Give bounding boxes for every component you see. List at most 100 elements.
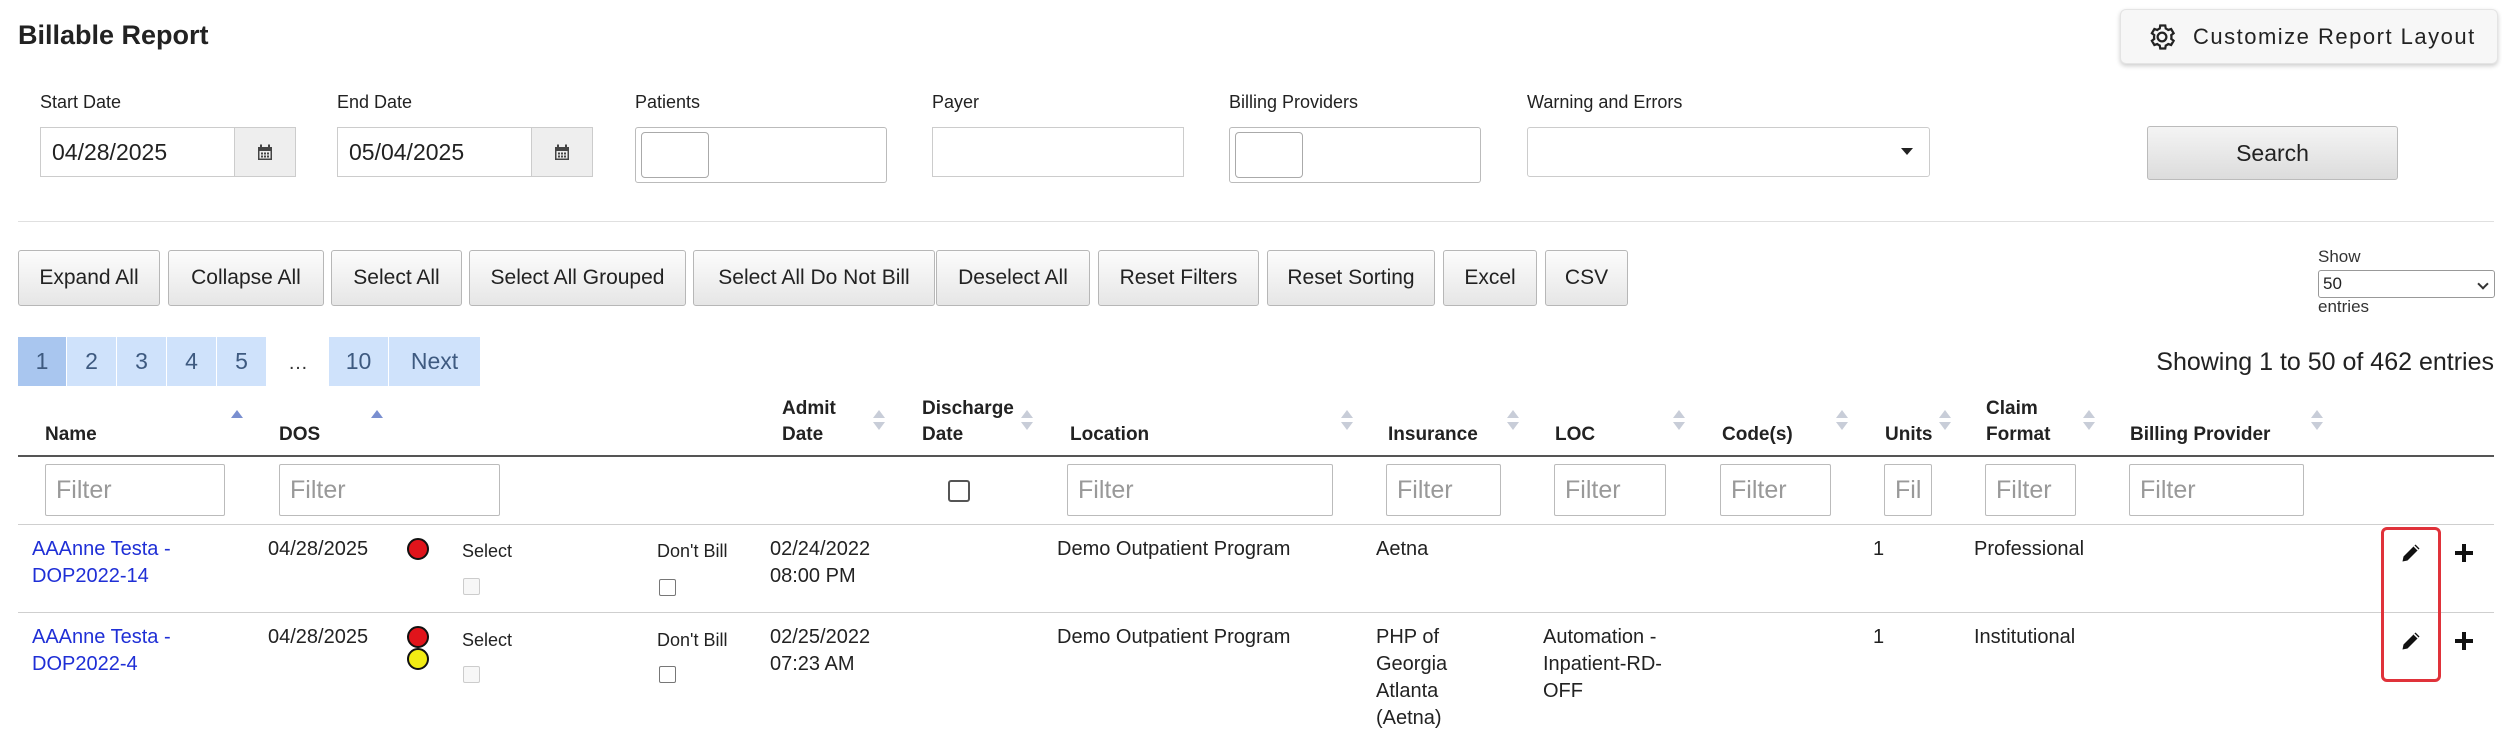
billing-providers-multiselect[interactable]: [1229, 127, 1481, 183]
dont-bill-label: Don't Bill: [657, 541, 728, 561]
calendar-icon: [258, 144, 272, 160]
admit-date-cell: 02/25/2022 07:23 AM: [770, 624, 870, 678]
billing-providers-label: Billing Providers: [1229, 92, 1359, 112]
column-header-billing-provider[interactable]: Billing Provider: [2130, 422, 2270, 448]
page-button-2[interactable]: 2: [67, 337, 116, 386]
patient-name-line1: AAAnne Testa -: [32, 538, 171, 560]
page-title: Billable Report: [18, 20, 209, 50]
excel-button[interactable]: Excel: [1443, 250, 1537, 306]
collapse-all-button[interactable]: Collapse All: [168, 250, 324, 306]
loc-filter-input[interactable]: Filter: [1554, 464, 1666, 516]
payer-input[interactable]: [932, 127, 1184, 177]
column-header-location[interactable]: Location: [1070, 422, 1149, 448]
loc-line: Inpatient-RD-: [1543, 653, 1662, 675]
start-date-calendar-button[interactable]: [234, 128, 295, 176]
column-header-codes[interactable]: Code(s): [1722, 422, 1793, 448]
end-date-input[interactable]: 05/04/2025: [337, 127, 593, 177]
patient-name-link[interactable]: AAAnne Testa - DOP2022-4: [32, 624, 171, 678]
admit-date-line1: 02/24/2022: [770, 538, 871, 560]
column-header-admit-date[interactable]: Admit Date: [782, 396, 836, 448]
expand-all-button[interactable]: Expand All: [18, 250, 160, 306]
page-button-5[interactable]: 5: [217, 337, 266, 386]
entries-per-page-select[interactable]: 50: [2318, 270, 2495, 298]
patient-name-link[interactable]: AAAnne Testa - DOP2022-14: [32, 536, 171, 590]
sort-asc-icon: [371, 410, 383, 418]
showing-entries-info: Showing 1 to 50 of 462 entries: [2156, 348, 2494, 376]
start-date-input[interactable]: 04/28/2025: [40, 127, 296, 177]
reset-filters-button[interactable]: Reset Filters: [1098, 250, 1259, 306]
location-filter-input[interactable]: Filter: [1067, 464, 1333, 516]
units-cell: 1: [1873, 538, 1885, 560]
select-all-do-not-bill-button[interactable]: Select All Do Not Bill: [693, 250, 935, 306]
select-checkbox[interactable]: [463, 578, 480, 595]
add-button[interactable]: [2447, 624, 2481, 658]
patients-label: Patients: [635, 92, 701, 112]
column-header-name[interactable]: Name: [45, 422, 97, 448]
column-header-discharge-date[interactable]: Discharge Date: [922, 396, 1014, 448]
codes-filter-input[interactable]: Filter: [1720, 464, 1831, 516]
admit-date-label-line1: Admit: [782, 398, 836, 419]
plus-icon: [2455, 544, 2473, 562]
admit-date-line2: 07:23 AM: [770, 653, 855, 675]
billing-provider-filter-input[interactable]: Filter: [2129, 464, 2304, 516]
patients-multiselect[interactable]: [635, 127, 887, 183]
insurance-cell: Aetna: [1376, 538, 1429, 560]
admit-date-cell: 02/24/2022 08:00 PM: [770, 536, 870, 590]
next-page-button[interactable]: Next: [389, 337, 480, 386]
dos-cell: 04/28/2025: [268, 626, 369, 648]
column-header-loc[interactable]: LOC: [1555, 422, 1595, 448]
units-cell: 1: [1873, 626, 1885, 648]
claim-format-label-line2: Format: [1986, 424, 2051, 445]
claim-format-cell: Professional: [1974, 538, 2085, 560]
entries-label: entries: [2318, 297, 2370, 316]
column-header-dos[interactable]: DOS: [279, 422, 320, 448]
page-button-3[interactable]: 3: [117, 337, 166, 386]
page-button-4[interactable]: 4: [167, 337, 216, 386]
add-button[interactable]: [2447, 536, 2481, 570]
select-checkbox[interactable]: [463, 666, 480, 683]
calendar-icon: [555, 144, 569, 160]
sort-asc-icon: [1341, 410, 1353, 418]
admit-date-line2: 08:00 PM: [770, 565, 856, 587]
column-header-claim-format[interactable]: Claim Format: [1986, 396, 2050, 448]
deselect-all-button[interactable]: Deselect All: [936, 250, 1090, 306]
sort-asc-icon: [1939, 410, 1951, 418]
select-all-grouped-button[interactable]: Select All Grouped: [469, 250, 686, 306]
status-red-indicator: [407, 626, 429, 648]
divider: [18, 221, 2494, 222]
sort-desc-icon: [1673, 422, 1685, 430]
column-header-units[interactable]: Units: [1885, 422, 1933, 448]
sort-desc-icon: [1341, 422, 1353, 430]
billing-providers-search-input[interactable]: [1235, 132, 1303, 178]
entries-per-page-value: 50: [2323, 274, 2342, 293]
insurance-filter-input[interactable]: Filter: [1386, 464, 1501, 516]
search-button[interactable]: Search: [2147, 126, 2398, 180]
row-divider: [18, 612, 2494, 613]
column-header-insurance[interactable]: Insurance: [1388, 422, 1478, 448]
csv-button[interactable]: CSV: [1545, 250, 1628, 306]
warnings-select[interactable]: [1527, 127, 1930, 177]
discharge-date-label-line2: Date: [922, 424, 964, 445]
discharge-filter-checkbox[interactable]: [948, 480, 970, 502]
pagination-ellipsis: …: [288, 352, 308, 374]
customize-report-layout-button[interactable]: Customize Report Layout: [2120, 9, 2498, 64]
claim-format-filter-input[interactable]: Filter: [1985, 464, 2076, 516]
select-all-button[interactable]: Select All: [331, 250, 462, 306]
chevron-down-icon: [2477, 278, 2489, 290]
name-filter-input[interactable]: Filter: [45, 464, 225, 516]
dont-bill-checkbox[interactable]: [659, 666, 676, 683]
edit-column-highlight: [2381, 527, 2441, 682]
page-button-10[interactable]: 10: [329, 337, 388, 386]
dont-bill-checkbox[interactable]: [659, 579, 676, 596]
table-header-border: [18, 455, 2494, 457]
sort-asc-icon: [1836, 410, 1848, 418]
reset-sorting-button[interactable]: Reset Sorting: [1267, 250, 1435, 306]
discharge-date-label-line1: Discharge: [922, 398, 1014, 419]
dos-filter-input[interactable]: Filter: [279, 464, 500, 516]
location-cell: Demo Outpatient Program: [1057, 626, 1291, 648]
patients-search-input[interactable]: [641, 132, 709, 178]
units-filter-input[interactable]: Fil: [1884, 464, 1932, 516]
end-date-calendar-button[interactable]: [531, 128, 592, 176]
page-button-1[interactable]: 1: [18, 337, 66, 386]
sort-asc-icon: [2083, 410, 2095, 418]
